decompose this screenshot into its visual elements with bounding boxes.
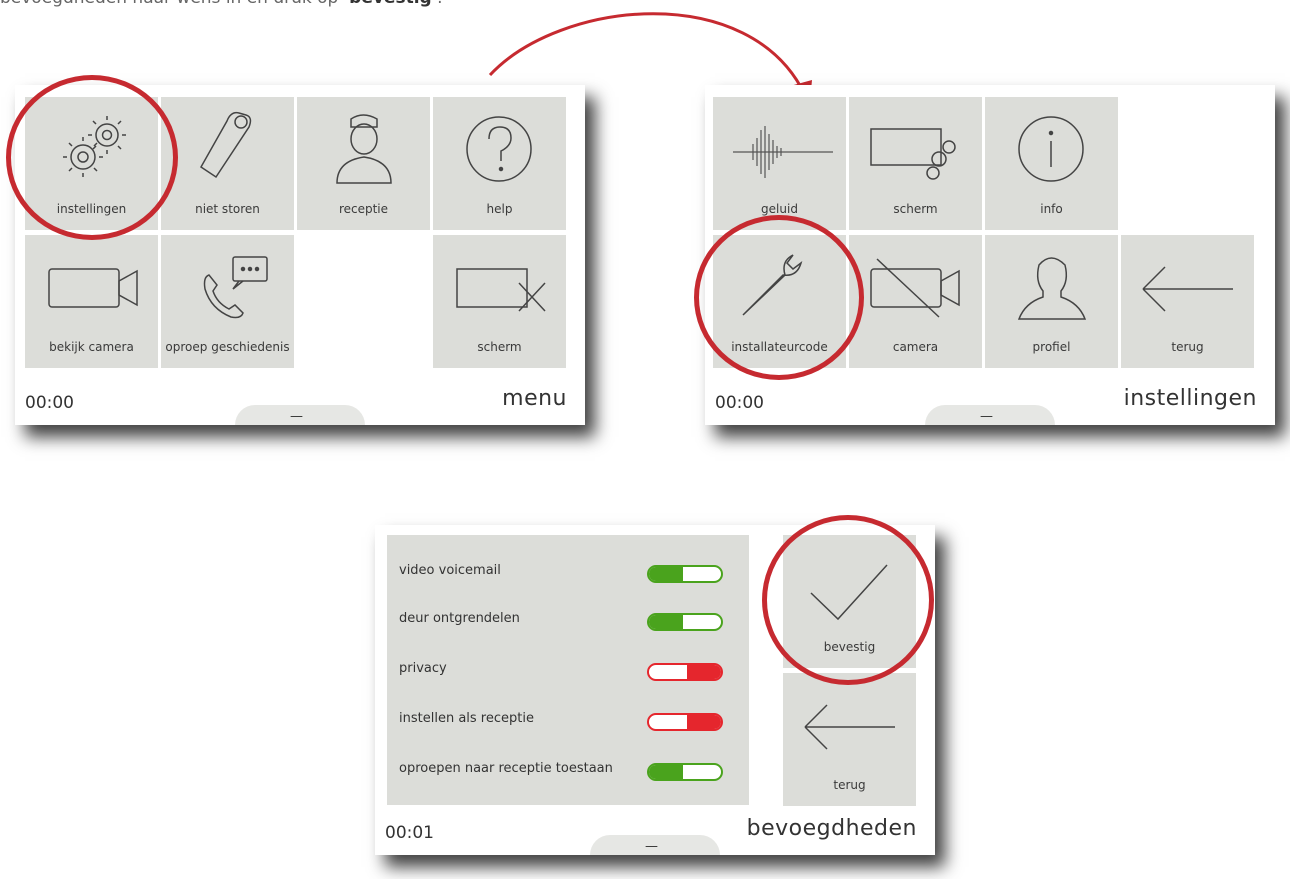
permission-label: video voicemail [399, 563, 501, 578]
tile-profiel[interactable]: profiel [985, 235, 1118, 368]
permissions-list: video voicemail deur ontgrendelen privac… [387, 535, 749, 805]
highlight-circle [694, 215, 864, 380]
permission-label: deur ontgrendelen [399, 611, 520, 626]
permission-row: deur ontgrendelen [387, 605, 749, 635]
permission-row: privacy [387, 655, 749, 685]
permission-toggle[interactable] [647, 713, 723, 731]
screen-title: instellingen [1123, 386, 1257, 411]
permission-label: oproepen naar receptie toestaan [399, 761, 613, 776]
screen-off-icon [456, 268, 546, 312]
permission-label: instellen als receptie [399, 711, 534, 726]
pull-up-handle[interactable]: — [925, 405, 1055, 425]
tile-scherm[interactable]: scherm [433, 235, 566, 368]
highlight-circle [762, 515, 934, 685]
door-hanger-icon [200, 111, 252, 179]
camera-off-icon [870, 258, 960, 318]
tile-label: scherm [893, 202, 938, 216]
permission-toggle[interactable] [647, 763, 723, 781]
tile-label: camera [892, 340, 939, 354]
permission-toggle[interactable] [647, 613, 723, 631]
tile-help[interactable]: help [433, 97, 566, 230]
tile-terug[interactable]: terug [1121, 235, 1254, 368]
chevron-up-icon: — [980, 409, 993, 424]
tile-oproep-geschiedenis[interactable]: oproep geschiedenis [161, 235, 294, 368]
chevron-up-icon: — [645, 839, 658, 854]
permission-toggle[interactable] [647, 565, 723, 583]
question-icon [466, 116, 532, 182]
sound-wave-icon [733, 126, 833, 178]
tile-label: oproep geschiedenis [165, 340, 290, 354]
tile-label: terug [833, 778, 866, 792]
tile-bekijk-camera[interactable]: bekijk camera [25, 235, 158, 368]
tile-receptie[interactable]: receptie [297, 97, 430, 230]
chevron-up-icon: — [290, 409, 303, 424]
screen-title: menu [502, 386, 567, 411]
screen-title: bevoegdheden [746, 816, 917, 841]
clock: 00:00 [25, 393, 74, 413]
profile-icon [1017, 257, 1087, 320]
clock: 00:01 [385, 823, 434, 843]
receptionist-icon [336, 114, 392, 184]
camera-icon [48, 268, 138, 308]
back-button[interactable]: terug [783, 673, 916, 806]
permission-row: instellen als receptie [387, 705, 749, 735]
tile-niet-storen[interactable]: niet storen [161, 97, 294, 230]
clock: 00:00 [715, 393, 764, 413]
phone-message-icon [203, 256, 268, 319]
tile-label: receptie [338, 202, 389, 216]
tile-camera[interactable]: camera [849, 235, 982, 368]
tile-geluid[interactable]: geluid [713, 97, 846, 230]
screen-settings-icon [870, 128, 956, 180]
tile-label: profiel [1032, 340, 1071, 354]
tile-label: terug [1171, 340, 1204, 354]
tile-info[interactable]: info [985, 97, 1118, 230]
tile-label: geluid [761, 202, 798, 216]
back-arrow-icon [804, 704, 895, 750]
tile-label: help [486, 202, 513, 216]
pull-up-handle[interactable]: — [235, 405, 365, 425]
permission-row: oproepen naar receptie toestaan [387, 755, 749, 785]
tile-label: bekijk camera [49, 340, 134, 354]
tile-label: niet storen [195, 202, 260, 216]
permission-toggle[interactable] [647, 663, 723, 681]
back-arrow-icon [1142, 266, 1233, 312]
tile-label: scherm [477, 340, 522, 354]
info-icon [1018, 116, 1084, 182]
tile-scherm-instellingen[interactable]: scherm [849, 97, 982, 230]
pull-up-handle[interactable]: — [590, 835, 720, 855]
tile-label: info [1040, 202, 1063, 216]
permission-label: privacy [399, 661, 447, 676]
permission-row: video voicemail [387, 557, 749, 587]
highlight-circle [6, 75, 178, 240]
